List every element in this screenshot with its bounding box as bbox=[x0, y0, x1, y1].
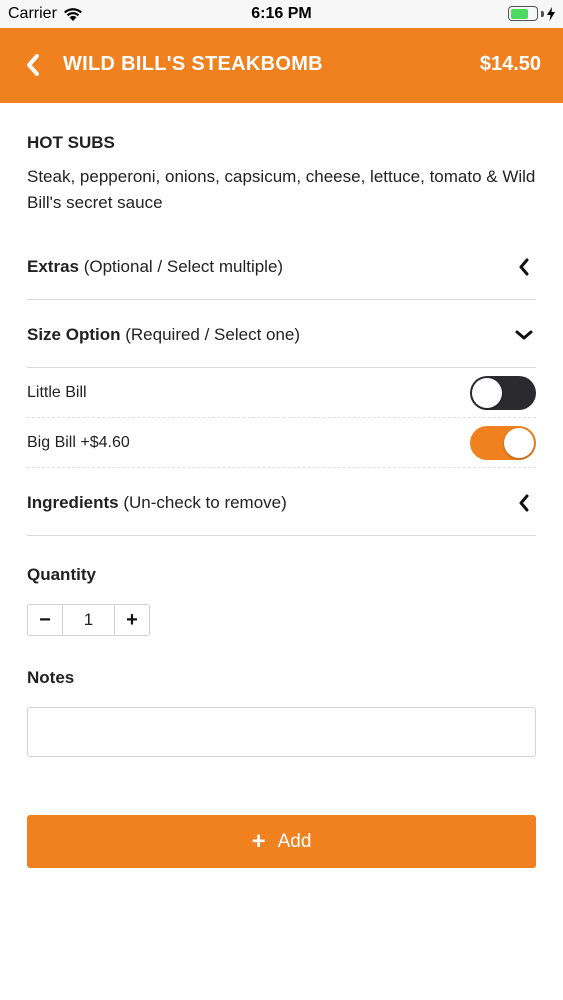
size-option-label: Little Bill bbox=[27, 383, 87, 401]
size-hint: (Required / Select one) bbox=[125, 324, 301, 344]
bolt-icon bbox=[547, 6, 555, 21]
extras-hint: (Optional / Select multiple) bbox=[83, 256, 284, 276]
ingredients-label: Ingredients (Un-check to remove) bbox=[27, 493, 287, 513]
size-option-label: Big Bill +$4.60 bbox=[27, 433, 130, 451]
extras-title: Extras bbox=[27, 256, 79, 276]
product-description: Steak, pepperoni, onions, capsicum, chee… bbox=[27, 167, 536, 212]
battery-icon bbox=[508, 6, 538, 21]
notes-field-wrap bbox=[27, 707, 536, 757]
extras-section: Extras (Optional / Select multiple) bbox=[27, 234, 536, 300]
chevron-left-icon bbox=[512, 255, 536, 279]
big-bill-toggle[interactable] bbox=[470, 425, 536, 460]
ingredients-section: Ingredients (Un-check to remove) bbox=[27, 470, 536, 536]
product-category: HOT SUBS bbox=[27, 133, 115, 152]
ingredients-title: Ingredients bbox=[27, 492, 119, 512]
quantity-stepper: − 1 + bbox=[27, 604, 150, 636]
add-button-label: Add bbox=[277, 830, 312, 852]
ingredients-hint: (Un-check to remove) bbox=[123, 492, 287, 512]
plus-icon: + bbox=[251, 827, 266, 855]
extras-header[interactable]: Extras (Optional / Select multiple) bbox=[27, 234, 536, 300]
size-header[interactable]: Size Option (Required / Select one) bbox=[27, 302, 536, 368]
size-option-little-bill[interactable]: Little Bill bbox=[27, 368, 536, 418]
page-title: WILD BILL'S STEAKBOMB bbox=[63, 53, 323, 75]
header-price: $14.50 bbox=[479, 53, 541, 75]
battery-tip bbox=[541, 10, 544, 17]
chevron-left-icon bbox=[27, 54, 39, 76]
size-section: Size Option (Required / Select one) Litt… bbox=[27, 302, 536, 468]
notes-input[interactable] bbox=[27, 707, 536, 757]
chevron-left-icon bbox=[512, 491, 536, 515]
increment-button[interactable]: + bbox=[115, 605, 149, 635]
toggle-knob bbox=[504, 427, 534, 458]
status-bar: Carrier 6:16 PM bbox=[0, 0, 563, 28]
size-option-big-bill[interactable]: Big Bill +$4.60 bbox=[27, 418, 536, 468]
quantity-value[interactable]: 1 bbox=[62, 605, 115, 635]
add-button[interactable]: + Add bbox=[27, 815, 536, 868]
size-title: Size Option bbox=[27, 324, 121, 344]
battery-group bbox=[508, 6, 555, 21]
chevron-down-icon bbox=[512, 323, 536, 347]
toggle-knob bbox=[472, 377, 502, 408]
notes-label: Notes bbox=[27, 668, 75, 687]
decrement-button[interactable]: − bbox=[28, 605, 62, 635]
ingredients-header[interactable]: Ingredients (Un-check to remove) bbox=[27, 470, 536, 536]
app-header: WILD BILL'S STEAKBOMB $14.50 bbox=[0, 28, 563, 103]
extras-label: Extras (Optional / Select multiple) bbox=[27, 257, 283, 277]
add-button-wrap: + Add bbox=[27, 815, 536, 868]
status-time: 6:16 PM bbox=[251, 5, 312, 22]
size-label: Size Option (Required / Select one) bbox=[27, 325, 300, 345]
little-bill-toggle[interactable] bbox=[470, 375, 536, 410]
back-button[interactable] bbox=[18, 50, 48, 80]
quantity-label: Quantity bbox=[27, 565, 96, 584]
